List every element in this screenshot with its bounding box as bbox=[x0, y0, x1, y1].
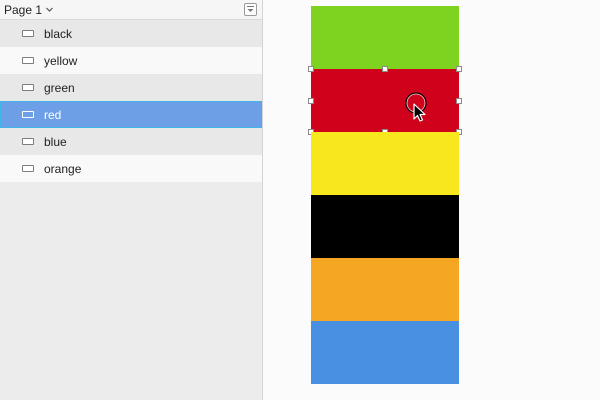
layer-name: blue bbox=[44, 134, 67, 149]
chevron-down-icon bbox=[46, 7, 53, 12]
rectangle-icon bbox=[22, 84, 34, 91]
rectangle-yellow[interactable] bbox=[311, 132, 459, 195]
page-name: Page 1 bbox=[4, 2, 43, 17]
layer-item-black[interactable]: black bbox=[0, 20, 262, 47]
layer-list: black yellow green red blue orange bbox=[0, 20, 262, 182]
rectangle-stack bbox=[308, 6, 462, 384]
rectangle-orange[interactable] bbox=[311, 258, 459, 321]
resize-handle-nw[interactable] bbox=[308, 66, 314, 72]
resize-handle-e[interactable] bbox=[456, 97, 462, 104]
page-header: Page 1 bbox=[0, 0, 262, 20]
rectangle-icon bbox=[22, 57, 34, 64]
page-menu-icon bbox=[244, 3, 257, 16]
rectangle-icon bbox=[22, 165, 34, 172]
layer-item-blue[interactable]: blue bbox=[0, 128, 262, 155]
layer-name: yellow bbox=[44, 53, 78, 68]
layers-panel: Page 1 black yellow green red blue orange bbox=[0, 0, 263, 400]
page-selector[interactable]: Page 1 bbox=[4, 3, 54, 17]
rectangle-green[interactable] bbox=[311, 6, 459, 69]
rectangle-icon bbox=[22, 111, 34, 118]
rectangle-red[interactable] bbox=[311, 69, 459, 132]
layer-item-yellow[interactable]: yellow bbox=[0, 47, 262, 74]
canvas[interactable] bbox=[263, 0, 600, 400]
layer-item-orange[interactable]: orange bbox=[0, 155, 262, 182]
layer-name: orange bbox=[44, 161, 82, 176]
page-menu-button[interactable] bbox=[244, 3, 257, 16]
layer-name: red bbox=[44, 107, 62, 122]
layer-item-green[interactable]: green bbox=[0, 74, 262, 101]
rectangle-blue[interactable] bbox=[311, 321, 459, 384]
layer-name: green bbox=[44, 80, 75, 95]
rectangle-icon bbox=[22, 30, 34, 37]
rectangle-icon bbox=[22, 138, 34, 145]
resize-handle-n[interactable] bbox=[382, 66, 388, 72]
layer-item-red[interactable]: red bbox=[0, 101, 262, 128]
rectangle-black[interactable] bbox=[311, 195, 459, 258]
resize-handle-w[interactable] bbox=[308, 97, 314, 104]
layer-name: black bbox=[44, 26, 73, 41]
resize-handle-ne[interactable] bbox=[456, 66, 462, 72]
